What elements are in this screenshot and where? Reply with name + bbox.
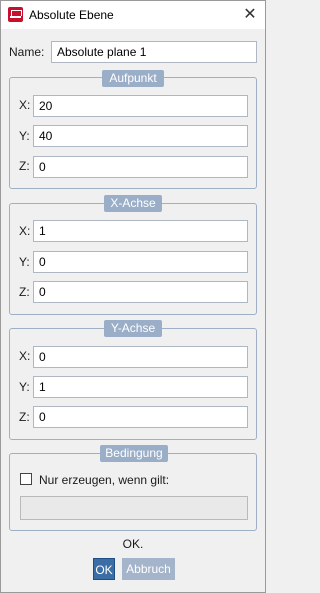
condition-checkbox-label[interactable]: Nur erzeugen, wenn gilt:	[39, 473, 169, 487]
condition-checkbox[interactable]	[20, 473, 32, 485]
y-achse-y-label: Y:	[19, 380, 30, 394]
bedingung-legend: Bedingung	[100, 445, 168, 462]
x-achse-z-label: Z:	[19, 285, 30, 299]
x-achse-x-label: X:	[19, 224, 31, 238]
y-achse-legend: Y-Achse	[104, 320, 162, 337]
title-bar: Absolute Ebene ✕	[1, 1, 265, 29]
ok-button[interactable]: OK	[93, 558, 115, 580]
x-achse-y-input[interactable]: 0	[33, 251, 248, 273]
x-achse-x-input[interactable]: 1	[33, 220, 248, 242]
name-label: Name:	[9, 45, 45, 59]
window-title: Absolute Ebene	[29, 8, 114, 22]
aufpunkt-x-input[interactable]: 20	[33, 95, 248, 117]
cancel-button[interactable]: Abbruch	[122, 558, 175, 580]
aufpunkt-y-label: Y:	[19, 129, 30, 143]
x-achse-y-label: Y:	[19, 255, 30, 269]
aufpunkt-z-input[interactable]: 0	[33, 156, 248, 178]
y-achse-y-input[interactable]: 1	[33, 376, 248, 398]
aufpunkt-x-label: X:	[19, 98, 31, 112]
x-achse-legend: X-Achse	[104, 195, 162, 212]
y-achse-z-label: Z:	[19, 410, 30, 424]
aufpunkt-y-input[interactable]: 40	[33, 125, 248, 147]
app-icon	[8, 7, 23, 22]
condition-input[interactable]	[20, 496, 248, 520]
y-achse-x-input[interactable]: 0	[33, 346, 248, 368]
status-text: OK.	[122, 537, 144, 551]
aufpunkt-legend: Aufpunkt	[102, 70, 164, 87]
x-achse-z-input[interactable]: 0	[33, 281, 248, 303]
y-achse-x-label: X:	[19, 349, 31, 363]
aufpunkt-z-label: Z:	[19, 159, 30, 173]
close-icon[interactable]: ✕	[235, 1, 265, 29]
y-achse-z-input[interactable]: 0	[33, 406, 248, 428]
name-input[interactable]: Absolute plane 1	[51, 41, 257, 63]
